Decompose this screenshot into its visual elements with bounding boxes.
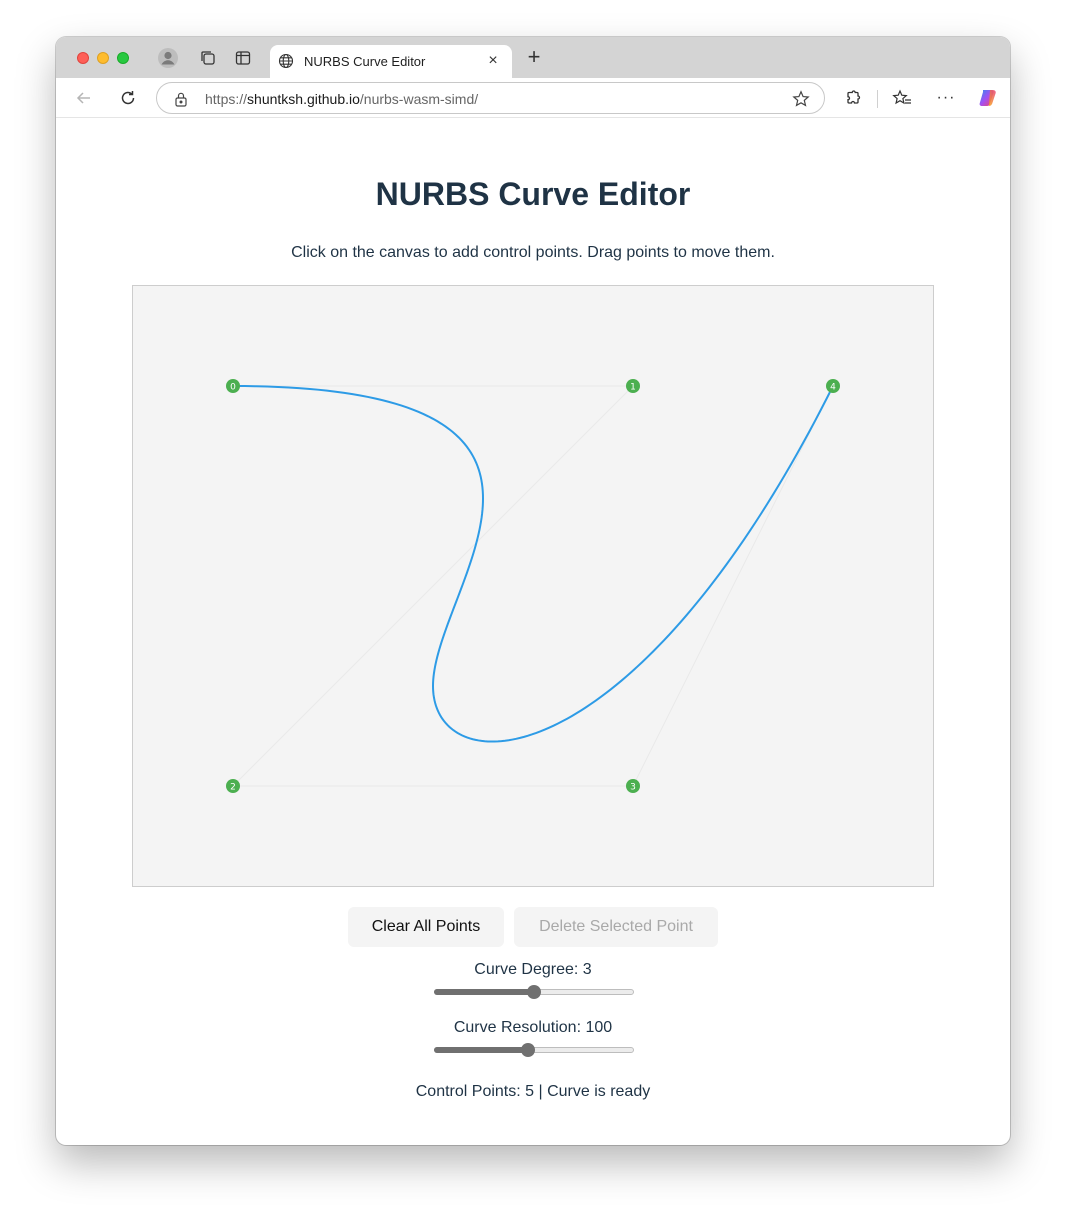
curve-resolution-label: Curve Resolution: 100 — [453, 1019, 613, 1036]
status-text: Control Points: 5 | Curve is ready — [415, 1083, 651, 1100]
tab-bar: NURBS Curve Editor × + — [56, 37, 1010, 78]
minimize-window-button[interactable] — [97, 52, 109, 64]
url-path: /nurbs-wasm-simd/ — [359, 91, 479, 107]
curve-drawing[interactable]: 0 1 2 3 4 — [133, 286, 933, 886]
page-viewport: NURBS Curve Editor Click on the canvas t… — [60, 118, 1006, 1141]
tab-active[interactable]: NURBS Curve Editor × — [270, 45, 512, 78]
url-text[interactable]: https://shuntksh.github.io/nurbs-wasm-si… — [205, 91, 478, 107]
profile-icon[interactable] — [156, 46, 180, 70]
tab-close-icon[interactable]: × — [484, 52, 502, 70]
url-prefix: https:// — [205, 91, 248, 107]
favorite-star-icon[interactable] — [792, 90, 810, 113]
url-host: shuntksh.github.io — [247, 91, 360, 107]
control-point[interactable]: 4 — [826, 379, 840, 393]
control-point[interactable]: 1 — [626, 379, 640, 393]
control-point-index: 3 — [630, 783, 636, 793]
control-point[interactable]: 3 — [626, 779, 640, 793]
clear-all-points-button[interactable]: Clear All Points — [348, 907, 504, 947]
control-points[interactable]: 0 1 2 3 4 — [226, 379, 840, 793]
lock-icon[interactable] — [174, 91, 188, 112]
tab-title: NURBS Curve Editor — [304, 54, 426, 69]
globe-icon — [278, 53, 294, 74]
copilot-icon[interactable] — [976, 86, 1000, 110]
browser-window: NURBS Curve Editor × + https://shuntksh.… — [56, 37, 1010, 1145]
control-polygon — [232, 385, 834, 787]
back-icon[interactable] — [72, 86, 96, 110]
control-polygon-segment — [232, 385, 634, 787]
delete-selected-point-button[interactable]: Delete Selected Point — [514, 907, 718, 947]
control-point[interactable]: 2 — [226, 779, 240, 793]
maximize-window-button[interactable] — [117, 52, 129, 64]
favorites-icon[interactable] — [890, 86, 914, 110]
control-point-index: 1 — [630, 383, 636, 393]
slider-thumb[interactable] — [521, 1043, 535, 1057]
new-tab-button[interactable]: + — [522, 45, 546, 69]
more-options-icon[interactable]: ··· — [934, 86, 958, 110]
curve-resolution-slider[interactable] — [434, 1043, 634, 1057]
extensions-icon[interactable] — [841, 86, 865, 110]
instructions-text: Click on the canvas to add control point… — [291, 244, 775, 261]
nurbs-curve — [232, 385, 834, 743]
control-point[interactable]: 0 — [226, 379, 240, 393]
workspaces-icon[interactable] — [196, 46, 220, 70]
address-bar[interactable]: https://shuntksh.github.io/nurbs-wasm-si… — [156, 82, 825, 114]
page-title: NURBS Curve Editor — [375, 176, 691, 212]
control-polygon-segment — [632, 385, 834, 787]
button-row: Clear All Points Delete Selected Point — [60, 907, 1006, 947]
control-point-index: 4 — [830, 383, 836, 393]
sidebar-toggle-icon[interactable] — [231, 46, 255, 70]
slider-fill — [434, 1047, 528, 1053]
slider-thumb[interactable] — [527, 985, 541, 999]
browser-toolbar: https://shuntksh.github.io/nurbs-wasm-si… — [56, 78, 1010, 118]
curve-degree-label: Curve Degree: 3 — [474, 961, 592, 978]
toolbar-divider — [877, 90, 878, 108]
slider-fill — [434, 989, 534, 995]
close-window-button[interactable] — [77, 52, 89, 64]
curve-degree-slider[interactable] — [434, 985, 634, 999]
reload-icon[interactable] — [116, 86, 140, 110]
nurbs-canvas[interactable]: 0 1 2 3 4 — [132, 285, 934, 887]
control-point-index: 0 — [230, 383, 236, 393]
control-point-index: 2 — [230, 783, 236, 793]
